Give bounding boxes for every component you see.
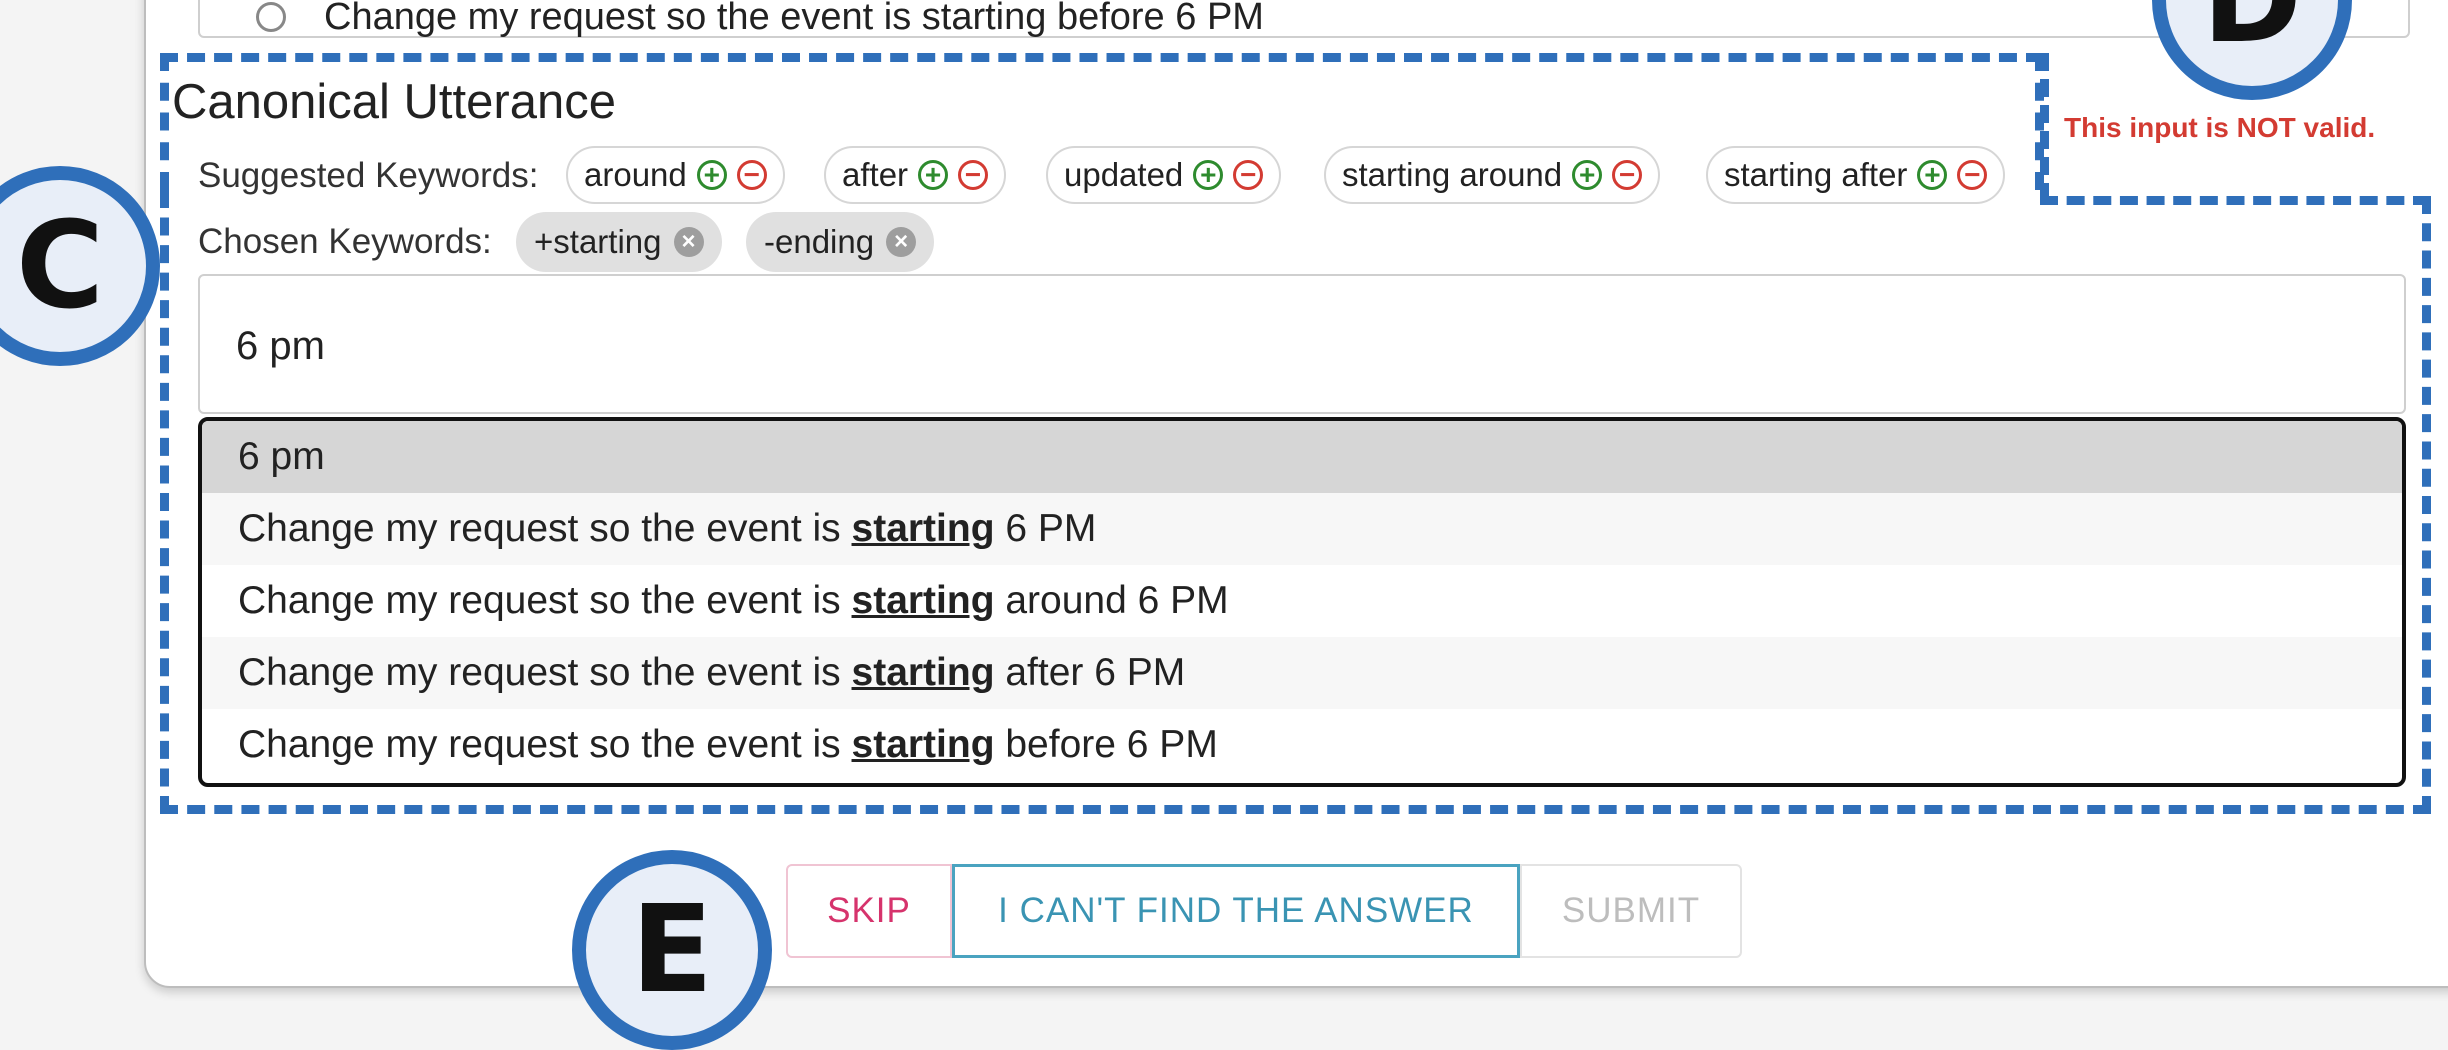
dropdown-option-selected[interactable]: 6 pm [202, 421, 2402, 493]
option-prefix: Change my request so the event is [238, 651, 852, 694]
plus-circle-icon[interactable]: + [1917, 160, 1948, 190]
dropdown-option[interactable]: Change my request so the event is starti… [202, 565, 2402, 637]
cant-find-answer-button[interactable]: I CAN'T FIND THE ANSWER [952, 864, 1520, 958]
chosen-chip: +starting × [516, 212, 722, 272]
dropdown-option[interactable]: Change my request so the event is starti… [202, 493, 2402, 565]
option-text: 6 pm [238, 435, 325, 478]
utterance-input-value: 6 pm [236, 324, 325, 368]
chip-label: -ending [764, 223, 875, 260]
chosen-chip: -ending × [746, 212, 935, 272]
previous-option-box[interactable]: Change my request so the event is starti… [198, 0, 2410, 38]
chip-label: updated [1064, 156, 1184, 193]
option-suffix: before 6 PM [994, 723, 1218, 766]
plus-circle-icon[interactable]: + [696, 160, 727, 190]
option-suffix: after 6 PM [994, 651, 1186, 694]
autocomplete-dropdown: 6 pm Change my request so the event is s… [198, 417, 2406, 787]
plus-circle-icon[interactable]: + [1572, 160, 1603, 190]
plus-circle-icon[interactable]: + [1193, 160, 1224, 190]
option-suffix: around 6 PM [994, 579, 1229, 622]
option-prefix: Change my request so the event is [238, 579, 852, 622]
region-c-outline-left [160, 190, 169, 814]
minus-circle-icon[interactable]: − [958, 160, 989, 190]
submit-button[interactable]: SUBMIT [1520, 864, 1742, 958]
option-keyword: starting [851, 651, 995, 694]
minus-circle-icon[interactable]: − [1612, 160, 1643, 190]
option-keyword: starting [851, 723, 995, 766]
chip-label: starting around [1342, 156, 1563, 193]
minus-circle-icon[interactable]: − [1957, 160, 1988, 190]
close-circle-icon[interactable]: × [673, 227, 704, 257]
option-prefix: Change my request so the event is [238, 723, 852, 766]
radio-button[interactable] [256, 2, 286, 32]
chip-label: +starting [534, 223, 662, 260]
dropdown-option[interactable]: Change my request so the event is starti… [202, 709, 2402, 781]
section-title: Canonical Utterance [172, 75, 616, 129]
previous-option-text: Change my request so the event is starti… [324, 0, 1264, 38]
suggested-chip: starting around + − [1324, 146, 1661, 204]
marker-c: C [0, 166, 160, 366]
utterance-input[interactable]: 6 pm [198, 274, 2406, 414]
chosen-keywords-label: Chosen Keywords: [198, 222, 492, 261]
minus-circle-icon[interactable]: − [1233, 160, 1264, 190]
option-suffix: 6 PM [994, 507, 1097, 550]
chip-label: after [842, 156, 909, 193]
suggested-chip: after + − [824, 146, 1007, 204]
suggested-keywords-label: Suggested Keywords: [198, 156, 539, 195]
option-prefix: Change my request so the event is [238, 507, 852, 550]
suggested-chip: updated + − [1046, 146, 1282, 204]
close-circle-icon[interactable]: × [886, 227, 917, 257]
chip-label: starting after [1724, 156, 1908, 193]
skip-button[interactable]: SKIP [786, 864, 952, 958]
option-keyword: starting [851, 579, 995, 622]
dropdown-option[interactable]: Change my request so the event is starti… [202, 637, 2402, 709]
minus-circle-icon[interactable]: − [736, 160, 767, 190]
region-c-outline-notch [2040, 53, 2049, 201]
chip-label: around [584, 156, 687, 193]
validation-message: This input is NOT valid. [2064, 112, 2376, 143]
suggested-chip: around + − [566, 146, 785, 204]
option-keyword: starting [851, 507, 995, 550]
region-c-outline-bottom [160, 805, 2431, 814]
action-button-group: SKIP I CAN'T FIND THE ANSWER SUBMIT [786, 864, 1742, 958]
suggested-chip: starting after + − [1706, 146, 2006, 204]
plus-circle-icon[interactable]: + [918, 160, 949, 190]
marker-e: E [572, 850, 772, 1050]
